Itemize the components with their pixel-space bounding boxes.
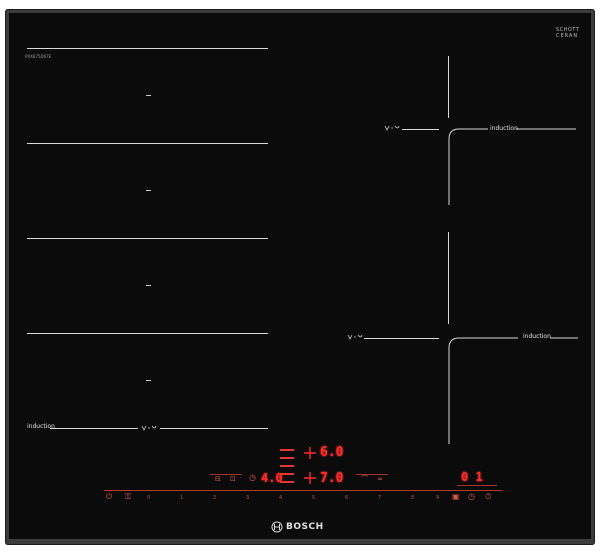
brand-logo-text: BOSCH	[286, 522, 324, 532]
induction-label-right-bottom: induction	[523, 333, 551, 340]
power-level-3[interactable]: 3	[246, 496, 249, 501]
flex-symbol-icon	[384, 125, 400, 131]
zone-center-mark	[146, 285, 151, 286]
zone-center-mark	[146, 95, 151, 96]
timer-display-mid: 4.0	[261, 471, 283, 485]
clock-icon[interactable]: ◷	[249, 474, 256, 482]
zone-corner-line	[448, 128, 576, 205]
power-level-1[interactable]: 1	[180, 496, 183, 501]
right-display: 0 1	[461, 470, 483, 484]
zone-divider	[27, 238, 268, 239]
booster-button-icon[interactable]: ▣	[452, 493, 460, 501]
keep-warm-icon[interactable]: ⊡	[230, 476, 236, 483]
induction-label-right-top: induction	[490, 125, 518, 132]
fry-sensor-icon[interactable]: ⌒	[361, 476, 368, 483]
timer-display-mid-right: 7.0	[320, 471, 344, 486]
power-level-7[interactable]: 7	[378, 496, 381, 501]
power-level-4[interactable]: 4	[279, 496, 282, 501]
flex-symbol-icon	[141, 425, 157, 431]
power-icon[interactable]: ⏻	[106, 493, 112, 501]
glass-maker-product: CERAN	[556, 33, 579, 39]
power-level-9[interactable]: 9	[436, 496, 439, 501]
flexzone-line	[160, 428, 268, 429]
zone-divider	[27, 48, 268, 49]
glass-ceramic-surface	[9, 13, 591, 539]
bosch-logo-icon	[271, 521, 283, 533]
zone-corner-line	[448, 337, 578, 444]
flexzone-line	[50, 428, 138, 429]
child-lock-icon[interactable]: ⚿	[125, 493, 131, 501]
zone-divider-vertical	[448, 232, 449, 324]
cook-sensor-icon[interactable]: ≈	[377, 476, 383, 483]
control-divider	[457, 485, 497, 486]
power-slider-track[interactable]	[104, 490, 502, 491]
flexzone-line	[402, 129, 439, 130]
zone-center-mark	[146, 190, 151, 191]
induction-label-left: induction	[27, 423, 55, 430]
power-level-8[interactable]: 8	[411, 496, 414, 501]
timer-display-top: 6.0	[320, 445, 344, 460]
zone-divider	[27, 143, 268, 144]
booster-icon[interactable]: ⊟	[215, 476, 221, 483]
zone-divider	[27, 333, 268, 334]
power-level-6[interactable]: 6	[345, 496, 348, 501]
timer-icon[interactable]: ◷	[468, 493, 475, 501]
zone-select-bar[interactable]	[280, 449, 294, 451]
zone-select-bar[interactable]	[280, 465, 294, 467]
plus-icon[interactable]	[303, 446, 317, 460]
zone-select-bar[interactable]	[280, 457, 294, 459]
flexzone-line	[364, 338, 439, 339]
model-code: PXX875D67E	[25, 54, 52, 59]
plus-icon[interactable]	[303, 471, 317, 485]
power-level-5[interactable]: 5	[312, 496, 315, 501]
power-level-0[interactable]: 0	[147, 496, 150, 501]
stopwatch-icon[interactable]: ⏱	[485, 493, 491, 501]
zone-divider-vertical	[448, 56, 449, 118]
zone-center-mark	[146, 380, 151, 381]
power-level-2[interactable]: 2	[213, 496, 216, 501]
flex-symbol-icon	[347, 334, 363, 340]
